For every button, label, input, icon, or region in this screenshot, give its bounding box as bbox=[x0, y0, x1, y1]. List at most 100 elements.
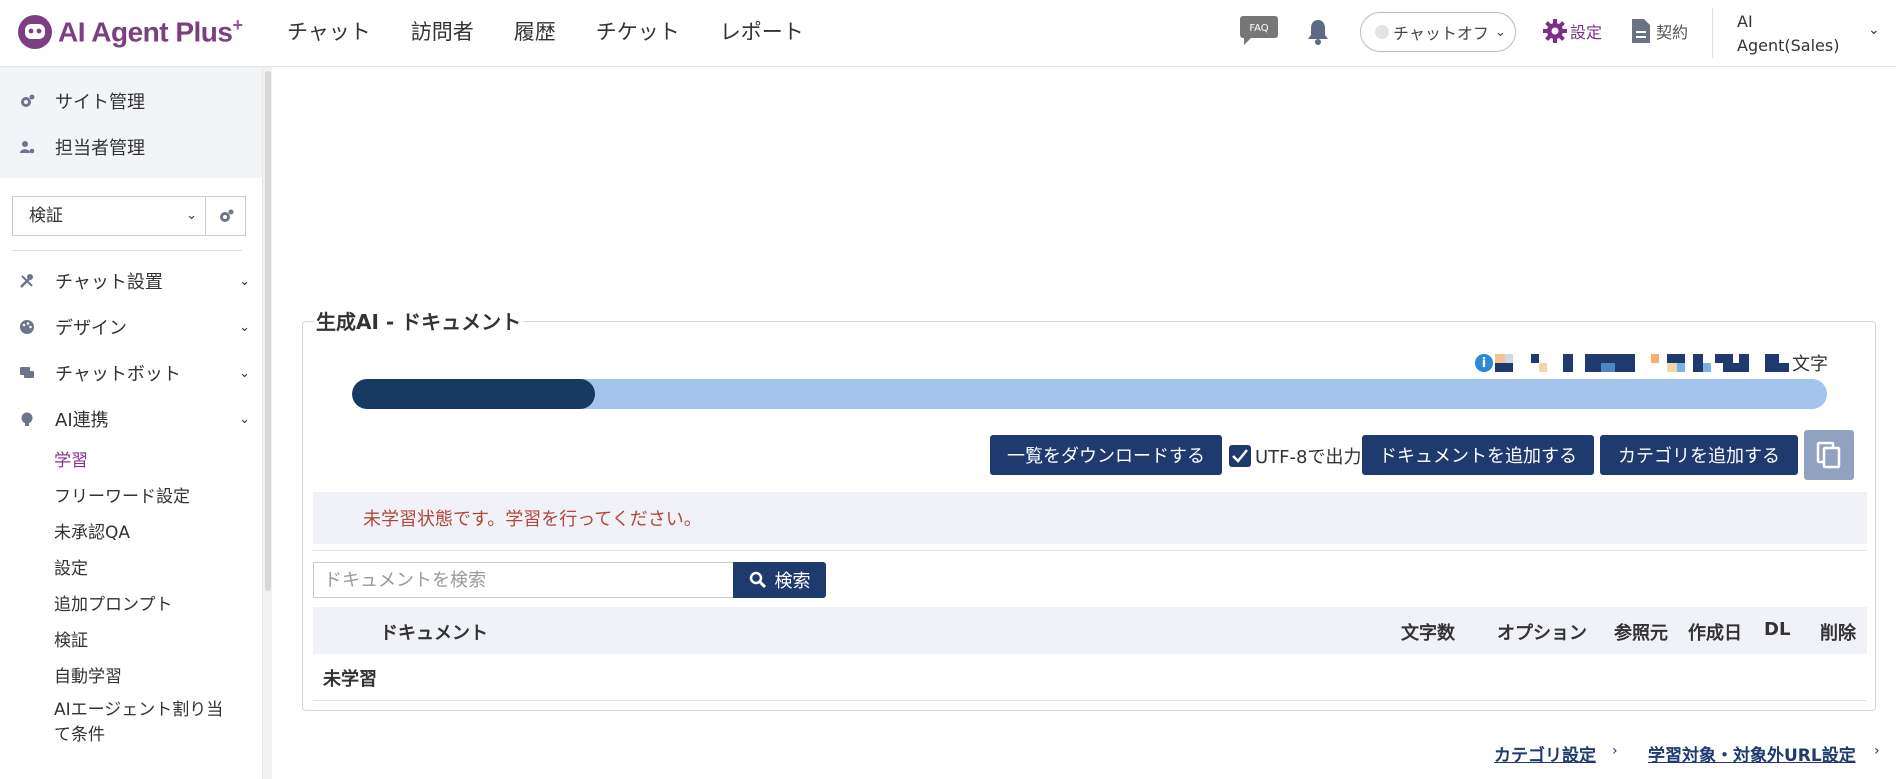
site-select[interactable]: 検証 ⌄ bbox=[12, 196, 246, 236]
copy-icon bbox=[1816, 441, 1841, 469]
usage-suffix: 文字 bbox=[1792, 354, 1828, 375]
sidebar-item-label: デザイン bbox=[55, 318, 127, 339]
sidebar-scrollbar[interactable] bbox=[262, 67, 272, 779]
sidebar-subitem-learning[interactable]: 学習 bbox=[54, 446, 88, 471]
chat-status-dropdown[interactable]: チャットオフ ⌄ bbox=[1360, 12, 1516, 52]
download-list-button[interactable]: 一覧をダウンロードする bbox=[990, 435, 1222, 475]
col-download: DL bbox=[1764, 619, 1791, 640]
user-name-line2: Agent(Sales) bbox=[1737, 36, 1840, 55]
faq-bubble-icon: FAQ bbox=[1240, 16, 1278, 45]
sidebar-subitem-auto-learning[interactable]: 自動学習 bbox=[54, 662, 122, 687]
contract-link[interactable]: 契約 bbox=[1630, 18, 1688, 44]
chevron-right-icon: › bbox=[1874, 743, 1880, 759]
palette-icon bbox=[18, 318, 36, 336]
sidebar-item-chat-install[interactable]: チャット設置 ⌄ bbox=[18, 268, 250, 294]
utf8-output-option[interactable]: UTF-8で出力 bbox=[1229, 443, 1361, 469]
untrained-notice-text: 未学習状態です。学習を行ってください。 bbox=[363, 509, 702, 530]
chevron-down-icon: ⌄ bbox=[239, 273, 250, 289]
sidebar-item-chatbot[interactable]: チャットボット ⌄ bbox=[18, 360, 250, 386]
sidebar-subitem-freeword[interactable]: フリーワード設定 bbox=[54, 482, 190, 507]
sidebar-admin-section bbox=[0, 67, 262, 178]
table-header: ドキュメント 文字数 オプション 参照元 作成日 DL 削除 bbox=[313, 607, 1867, 654]
utf8-label: UTF-8で出力 bbox=[1255, 447, 1362, 468]
divider bbox=[313, 550, 1867, 551]
url-target-settings-link[interactable]: 学習対象・対象外URL設定 bbox=[1648, 741, 1856, 766]
settings-label: 設定 bbox=[1570, 23, 1603, 42]
add-category-button[interactable]: カテゴリを追加する bbox=[1600, 435, 1798, 475]
sidebar-item-label: サイト管理 bbox=[55, 92, 145, 113]
sidebar-item-label: 担当者管理 bbox=[55, 138, 145, 159]
main-nav: チャット 訪問者 履歴 チケット レポート bbox=[287, 16, 844, 46]
untrained-notice: 未学習状態です。学習を行ってください。 bbox=[313, 492, 1867, 544]
copy-button[interactable] bbox=[1804, 430, 1854, 480]
tools-icon bbox=[18, 272, 36, 290]
sidebar-divider bbox=[12, 250, 242, 251]
usage-progress-fill bbox=[352, 379, 596, 409]
info-icon[interactable]: i bbox=[1475, 354, 1493, 372]
chat-status-label: チャットオフ bbox=[1393, 24, 1489, 43]
chevron-down-icon: ⌄ bbox=[186, 208, 197, 223]
sidebar-subitem-ai-agent-assignment[interactable]: AIエージェント割り当 て条件 bbox=[54, 698, 223, 748]
nav-chat[interactable]: チャット bbox=[287, 16, 371, 46]
logo-icon bbox=[18, 15, 52, 49]
user-chevron-down-icon[interactable]: ⌄ bbox=[1868, 22, 1880, 38]
nav-visitors[interactable]: 訪問者 bbox=[411, 16, 474, 46]
notification-bell-icon[interactable] bbox=[1306, 18, 1330, 46]
sidebar-item-label: チャット設置 bbox=[55, 272, 163, 293]
col-char-count[interactable]: 文字数 bbox=[1401, 619, 1455, 645]
document-search-input[interactable] bbox=[313, 562, 733, 598]
checkmark-icon bbox=[1232, 449, 1248, 463]
sidebar-item-staff-management[interactable]: 担当者管理 bbox=[18, 134, 250, 160]
search-button[interactable]: 検索 bbox=[733, 562, 826, 598]
sidebar-subitem-additional-prompt[interactable]: 追加プロンプト bbox=[54, 590, 173, 615]
bulb-icon bbox=[18, 410, 36, 428]
nav-reports[interactable]: レポート bbox=[720, 16, 804, 46]
logo-text: AI Agent Plus+ bbox=[58, 15, 243, 48]
top-header: AI Agent Plus+ チャット 訪問者 履歴 チケット レポート FAQ… bbox=[0, 0, 1896, 67]
category-settings-link[interactable]: カテゴリ設定 bbox=[1494, 741, 1596, 766]
col-document[interactable]: ドキュメント bbox=[380, 619, 488, 645]
app-logo[interactable]: AI Agent Plus+ bbox=[16, 12, 243, 52]
utf8-checkbox[interactable] bbox=[1229, 445, 1251, 467]
sidebar: サイト管理 担当者管理 検証 ⌄ チャット設置 ⌄ デザイン ⌄ チャットボット… bbox=[0, 67, 262, 779]
col-options: オプション bbox=[1497, 623, 1587, 644]
character-usage: i 文字 bbox=[1475, 350, 1828, 376]
gear-icon bbox=[219, 209, 233, 222]
chevron-down-icon: ⌄ bbox=[239, 365, 250, 381]
faq-icon[interactable]: FAQ bbox=[1240, 16, 1278, 46]
sidebar-scrollbar-thumb[interactable] bbox=[265, 71, 271, 591]
chevron-down-icon: ⌄ bbox=[239, 319, 250, 335]
redacted-usage-value bbox=[1495, 354, 1790, 372]
site-select-value[interactable]: 検証 ⌄ bbox=[13, 197, 205, 235]
chevron-right-icon: › bbox=[1612, 743, 1618, 759]
sidebar-item-label: AI連携 bbox=[55, 410, 109, 431]
site-settings-gear-button[interactable] bbox=[205, 197, 245, 235]
search-icon bbox=[749, 571, 766, 589]
svg-text:FAQ: FAQ bbox=[1249, 23, 1268, 34]
sidebar-subitem-unapproved-qa[interactable]: 未承認QA bbox=[54, 518, 130, 543]
gear-icon bbox=[1543, 19, 1567, 43]
sidebar-subitem-verification[interactable]: 検証 bbox=[54, 626, 88, 651]
settings-link[interactable]: 設定 bbox=[1542, 18, 1602, 44]
nav-history[interactable]: 履歴 bbox=[514, 16, 556, 46]
sidebar-item-site-management[interactable]: サイト管理 bbox=[18, 88, 250, 114]
nav-tickets[interactable]: チケット bbox=[596, 16, 680, 46]
add-document-button[interactable]: ドキュメントを追加する bbox=[1362, 435, 1594, 475]
contract-label: 契約 bbox=[1656, 23, 1689, 42]
chat-bubbles-icon bbox=[18, 364, 36, 382]
header-divider bbox=[1712, 8, 1713, 58]
col-source: 参照元 bbox=[1614, 623, 1668, 644]
sidebar-subitem-settings[interactable]: 設定 bbox=[54, 554, 88, 579]
group-label: 未学習 bbox=[323, 669, 377, 690]
user-gear-icon bbox=[18, 138, 36, 156]
chevron-down-icon: ⌄ bbox=[1494, 24, 1506, 40]
sidebar-item-label: チャットボット bbox=[55, 364, 181, 385]
user-menu[interactable]: AI Agent(Sales) bbox=[1737, 10, 1847, 58]
gear-cog-icon bbox=[18, 92, 36, 110]
col-created[interactable]: 作成日 bbox=[1688, 619, 1742, 645]
table-group-row[interactable]: 未学習 bbox=[313, 654, 1867, 701]
sidebar-item-ai-integration[interactable]: AI連携 ⌄ bbox=[18, 406, 250, 432]
status-dot-icon bbox=[1375, 25, 1389, 39]
document-icon bbox=[1632, 19, 1650, 43]
sidebar-item-design[interactable]: デザイン ⌄ bbox=[18, 314, 250, 340]
